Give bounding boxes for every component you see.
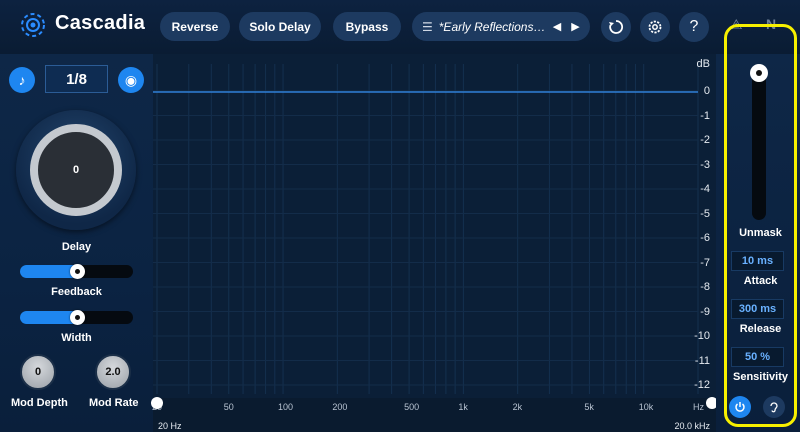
reverse-button[interactable]: Reverse [160,12,230,41]
delay-rate-field[interactable]: 1/8 [45,65,108,93]
preset-selector[interactable]: ☰ *Early Reflections - W... ◀ ▶ [412,12,590,41]
release-field[interactable]: 300 ms [731,299,784,319]
feedback-slider[interactable] [20,264,133,279]
mod-depth-value: 0 [34,366,42,378]
undo-icon [609,20,624,34]
header-bar: Cascadia Reverse Solo Delay Bypass ☰ *Ea… [0,0,800,54]
width-label: Width [61,332,92,344]
unmask-thumb[interactable] [750,64,768,82]
help-icon: ? [689,18,699,35]
solo-delay-button[interactable]: Solo Delay [239,12,321,41]
db-tick-label: -12 [694,379,710,391]
db-tick-label: -7 [700,256,710,269]
mod-rate-label: Mod Rate [89,397,139,409]
frequency-tick-label: 5k [584,402,594,412]
feedback-thumb[interactable] [69,264,85,279]
ping-pong-icon: ◉ [124,71,138,88]
db-tick-label: -3 [700,158,710,171]
high-cut-value: 20.0 kHz [674,421,710,431]
db-tick-label: 0 [703,85,710,97]
graph-grid [153,64,716,432]
db-tick-label: -8 [700,281,710,293]
unmask-label: Unmask [739,227,782,239]
width-fill [20,311,77,324]
width-slider[interactable] [20,310,133,325]
app-title: Cascadia [55,12,146,34]
delay-knob[interactable]: 0 [16,110,136,230]
music-note-icon: ♪ [18,72,26,88]
frequency-tick-label: 1k [458,402,468,412]
preset-next-icon[interactable]: ▶ [571,20,579,33]
attack-label: Attack [743,275,778,287]
feedback-label: Feedback [51,286,102,298]
db-tick-label: -5 [700,207,710,220]
db-tick-label: -10 [694,330,710,342]
sensitivity-field[interactable]: 50 % [731,347,784,367]
db-tick-label: -1 [700,109,710,122]
power-icon [735,402,745,412]
mod-depth-knob[interactable]: 0 [20,354,56,390]
preset-name[interactable]: *Early Reflections - W... [439,20,547,34]
settings-button[interactable] [640,12,670,42]
preset-prev-icon[interactable]: ◀ [553,20,561,33]
attack-field[interactable]: 10 ms [731,251,784,271]
help-button[interactable]: ? [679,12,709,42]
frequency-tick-label: 500 [404,402,420,412]
low-cut-value: 20 Hz [158,421,182,431]
gear-icon [648,20,662,34]
tempo-sync-button[interactable]: ♪ [9,67,35,93]
release-label: Release [739,323,782,335]
listen-button[interactable] [763,396,785,418]
mod-rate-knob[interactable]: 2.0 [95,354,131,390]
delay-value: 0 [72,164,80,176]
width-thumb[interactable] [69,310,85,325]
frequency-tick-label: 100 [278,402,294,412]
delay-controls-panel: ♪ 1/8 ◉ 0 Delay Feedback Width 0 Mod Dep… [0,54,153,432]
low-cut-handle[interactable] [151,397,163,409]
frequency-axis-strip [153,398,716,432]
db-tick-label: -9 [700,305,710,318]
frequency-tick-label: 50 [223,402,234,412]
frequency-tick-label: 200 [332,402,348,412]
bypass-button[interactable]: Bypass [333,12,401,41]
ping-pong-button[interactable]: ◉ [118,67,144,93]
frequency-tick-label: 10k [638,402,654,412]
preset-list-icon[interactable]: ☰ [422,20,433,34]
unmask-slider[interactable] [752,66,766,220]
db-tick-label: -11 [694,354,710,367]
feedback-fill [20,265,77,278]
frequency-tick-label: Hz [693,402,704,412]
unmask-power-button[interactable] [729,396,751,418]
frequency-graph[interactable]: dB0-1-2-3-4-5-6-7-8-9-10-11-12 205010020… [151,54,718,432]
db-tick-label: -4 [700,183,710,195]
sensitivity-label: Sensitivity [732,371,789,383]
mod-depth-label: Mod Depth [11,397,68,409]
ear-icon [770,402,778,413]
mod-rate-value: 2.0 [105,366,121,378]
cascadia-logo-icon [21,13,45,37]
delay-label: Delay [61,241,92,253]
db-unit-label: dB [696,58,710,70]
frequency-tick-label: 2k [512,402,523,412]
undo-button[interactable] [601,12,631,42]
db-tick-label: -2 [700,134,710,146]
delay-knob-ring: 0 [30,124,122,216]
db-tick-label: -6 [700,232,710,244]
